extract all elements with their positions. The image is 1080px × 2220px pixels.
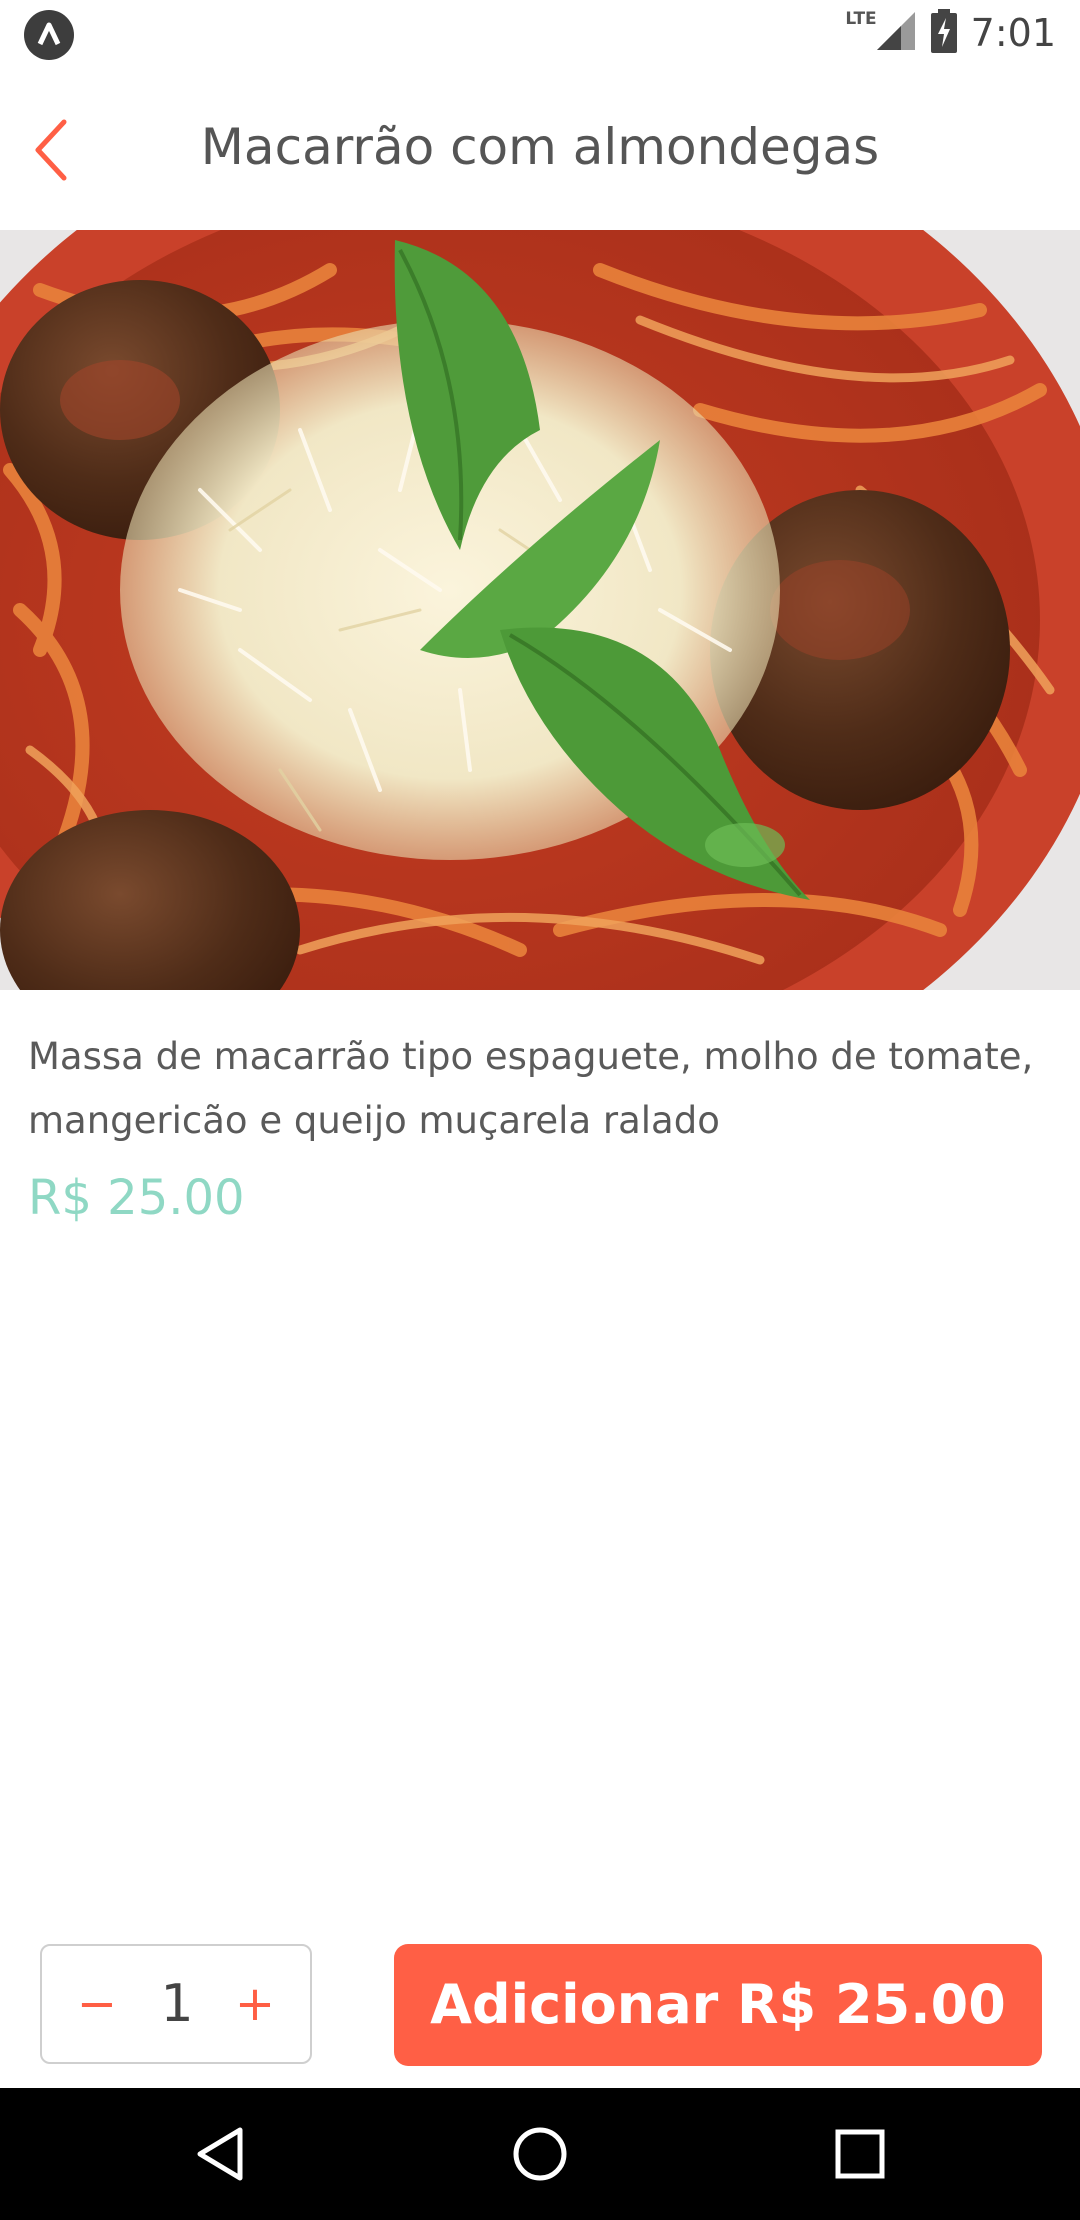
quantity-stepper: − 1 + [40, 1944, 312, 2064]
increase-quantity-button[interactable]: + [220, 1968, 290, 2040]
system-nav-bar [0, 2088, 1080, 2220]
spaghetti-meatballs-illustration [0, 230, 1080, 990]
product-image [0, 230, 1080, 990]
add-to-cart-button[interactable]: Adicionar R$ 25.00 [394, 1944, 1042, 2066]
decrease-quantity-button[interactable]: − [62, 1968, 132, 2040]
quantity-value: 1 [160, 1974, 194, 2034]
home-circle-icon[interactable] [504, 2118, 576, 2190]
network-type-label: LTE [845, 9, 877, 29]
status-bar: LTE 7:01 [0, 0, 1080, 66]
chevron-left-icon [35, 119, 67, 181]
product-price: R$ 25.00 [28, 1170, 245, 1226]
signal-icon [875, 10, 917, 56]
app-header: Macarrão com almondegas [0, 66, 1080, 230]
screen: LTE 7:01 Macarrão com almondegas Massa d… [0, 0, 1080, 2220]
product-description: Massa de macarrão tipo espaguete, molho … [28, 1035, 1034, 1142]
page-title: Macarrão com almondegas [200, 118, 880, 176]
back-button[interactable] [24, 110, 84, 190]
status-icons: LTE 7:01 [845, 0, 1056, 66]
battery-charging-icon [930, 9, 957, 57]
status-time: 7:01 [970, 11, 1056, 55]
recents-square-icon[interactable] [824, 2118, 896, 2190]
back-triangle-icon[interactable] [184, 2118, 256, 2190]
app-notification-icon [24, 10, 74, 60]
